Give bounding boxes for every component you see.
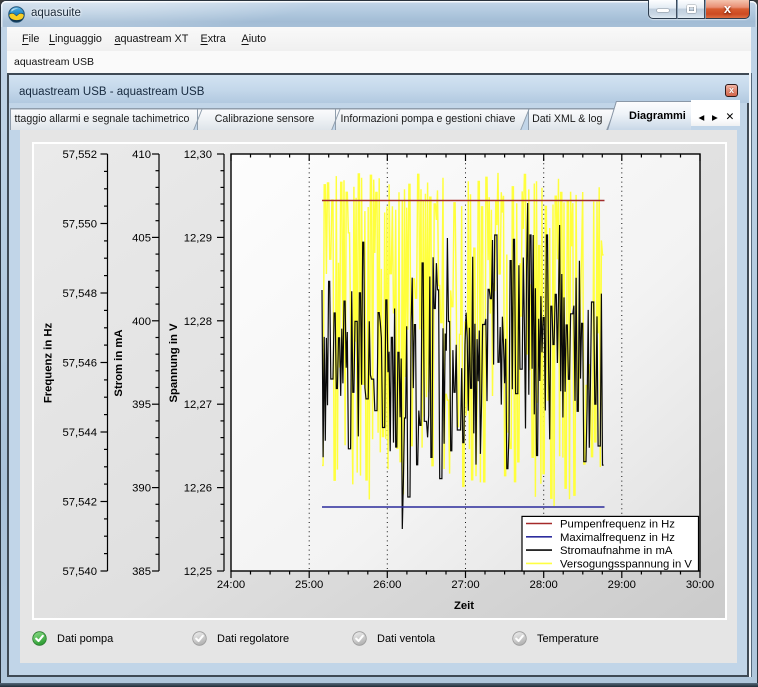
svg-text:57,544: 57,544 <box>62 427 97 439</box>
svg-text:57,550: 57,550 <box>62 219 97 231</box>
svg-text:28:00: 28:00 <box>530 579 558 591</box>
svg-text:57,542: 57,542 <box>62 497 97 509</box>
svg-text:Pumpenfrequenz in Hz: Pumpenfrequenz in Hz <box>560 519 675 531</box>
svg-text:Spannung in V: Spannung in V <box>168 323 180 403</box>
svg-text:395: 395 <box>132 399 151 411</box>
svg-text:12,25: 12,25 <box>184 566 212 578</box>
svg-text:24:00: 24:00 <box>217 579 245 591</box>
svg-text:12,27: 12,27 <box>184 399 212 411</box>
svg-text:25:00: 25:00 <box>295 579 323 591</box>
svg-text:Versogungsspannung in V: Versogungsspannung in V <box>560 558 692 570</box>
svg-text:385: 385 <box>132 566 151 578</box>
svg-text:57,548: 57,548 <box>62 288 97 300</box>
svg-text:57,552: 57,552 <box>62 149 97 161</box>
svg-text:29:00: 29:00 <box>608 579 636 591</box>
svg-text:27:00: 27:00 <box>451 579 479 591</box>
svg-text:400: 400 <box>132 316 151 328</box>
svg-text:30:00: 30:00 <box>686 579 714 591</box>
svg-text:Maximalfrequenz in Hz: Maximalfrequenz in Hz <box>560 532 675 544</box>
svg-text:410: 410 <box>132 149 151 161</box>
svg-text:Strom in mA: Strom in mA <box>113 329 125 396</box>
svg-text:Zeit: Zeit <box>454 600 474 612</box>
svg-text:12,29: 12,29 <box>184 232 212 244</box>
svg-text:12,26: 12,26 <box>184 483 212 495</box>
svg-text:Stromaufnahme in mA: Stromaufnahme in mA <box>560 545 673 557</box>
svg-text:Frequenz in Hz: Frequenz in Hz <box>43 322 55 403</box>
svg-text:57,546: 57,546 <box>62 358 97 370</box>
svg-text:390: 390 <box>132 483 151 495</box>
svg-text:26:00: 26:00 <box>373 579 401 591</box>
svg-text:12,30: 12,30 <box>184 149 212 161</box>
svg-text:57,540: 57,540 <box>62 566 97 578</box>
svg-text:12,28: 12,28 <box>184 316 212 328</box>
svg-text:405: 405 <box>132 232 151 244</box>
